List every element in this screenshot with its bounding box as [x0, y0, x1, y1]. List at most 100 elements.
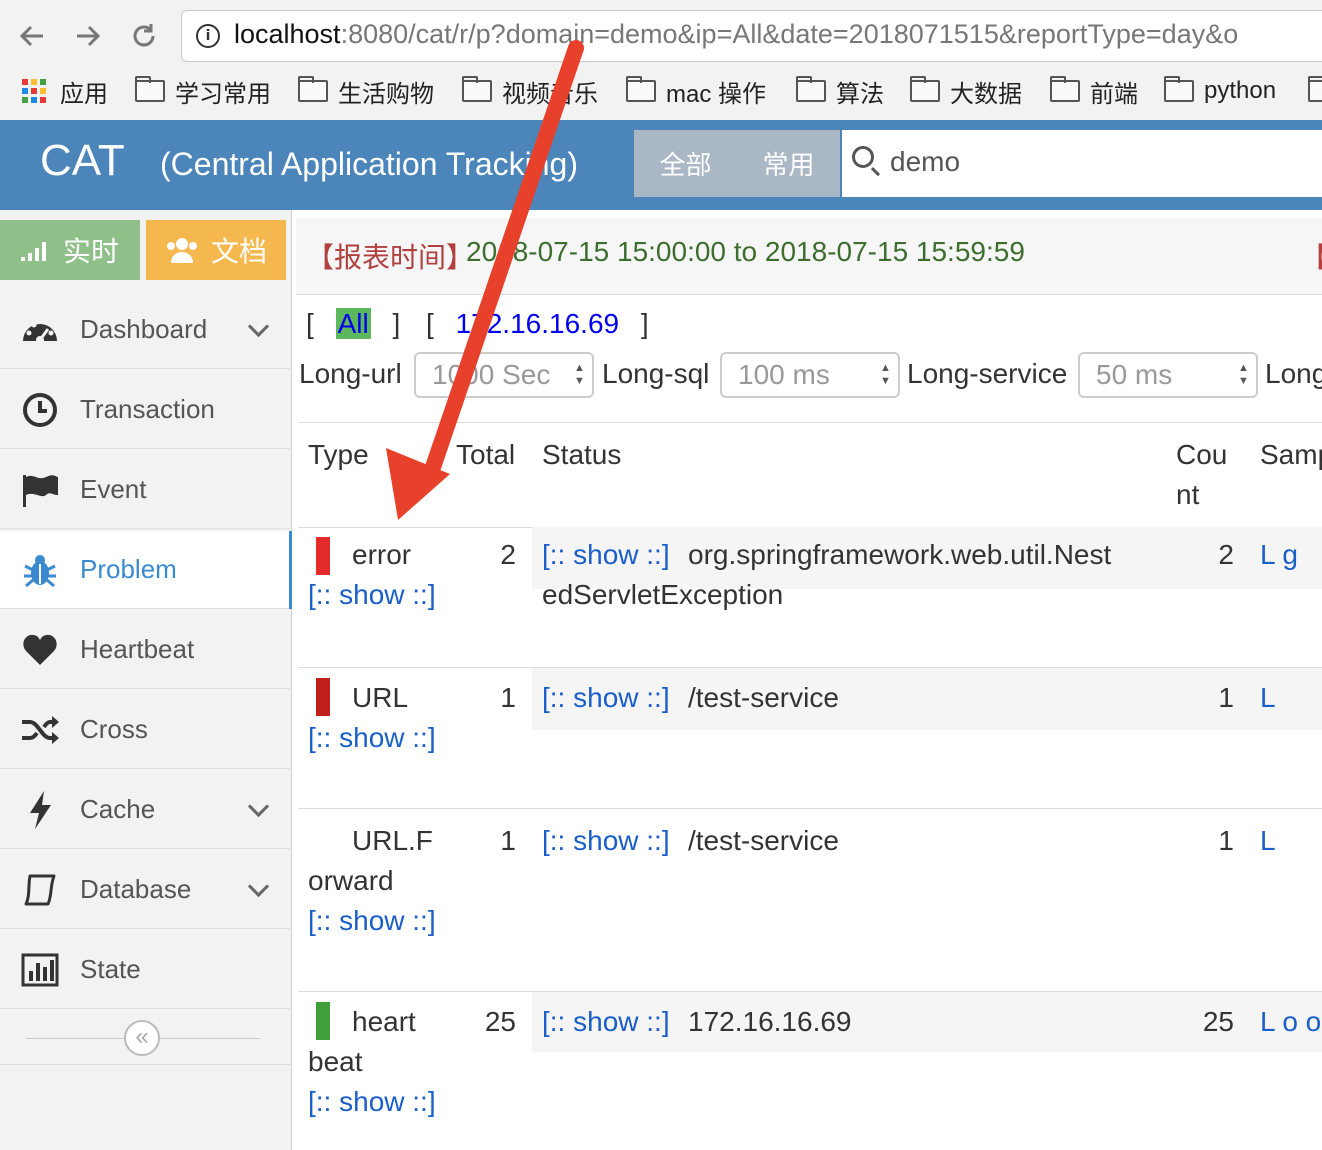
table-row: URL [:: show ::] 1 [:: show ::] /test-se… — [298, 668, 1322, 809]
bookmark-label: 学习常用 — [175, 80, 271, 108]
sample-link[interactable]: L — [1260, 821, 1276, 861]
status-show-link[interactable]: [:: show ::] — [542, 821, 670, 861]
sidebar-item-label: State — [80, 954, 141, 984]
count-value: 1 — [1218, 682, 1234, 713]
long-other-label: Long — [1265, 358, 1322, 389]
bookmark-folder[interactable] — [1308, 74, 1322, 108]
total-value: 1 — [500, 682, 516, 713]
sidebar-item-state[interactable]: State — [0, 931, 290, 1009]
status-show-link[interactable]: [:: show ::] — [542, 1002, 670, 1042]
bookmark-label: 视频音乐 — [502, 80, 598, 108]
sidebar-item-label: Cache — [80, 794, 156, 824]
type-show-link[interactable]: [:: show ::] — [308, 718, 448, 758]
long-sql-label: Long-sql — [602, 358, 710, 389]
sidebar-item-event[interactable]: Event — [0, 451, 290, 529]
type-show-link[interactable]: [:: show ::] — [308, 1082, 448, 1122]
sidebar-item-label: Event — [80, 474, 147, 504]
sidebar-item-transaction[interactable]: Transaction — [0, 371, 290, 449]
search-input[interactable]: demo — [890, 146, 960, 178]
type-show-link[interactable]: [:: show ::] — [308, 575, 448, 615]
col-count-line2: nt — [1176, 479, 1200, 510]
flag-icon — [20, 470, 60, 510]
bookmark-folder[interactable]: python — [1164, 74, 1276, 108]
col-sample[interactable]: Samp — [1260, 435, 1322, 475]
report-extra-label: 【 — [1300, 236, 1322, 276]
sidebar-item-dashboard[interactable]: Dashboard — [0, 291, 290, 369]
chevron-down-icon — [247, 795, 270, 818]
tab-all[interactable]: 全部 — [634, 130, 737, 197]
apps-grid-icon — [22, 79, 46, 103]
bracket: [ — [426, 308, 434, 339]
site-info-icon[interactable]: i — [196, 24, 220, 48]
status-show-link[interactable]: [:: show ::] — [542, 535, 670, 575]
bar-chart-icon — [20, 950, 60, 990]
dashboard-icon — [20, 310, 60, 350]
folder-icon — [910, 76, 940, 102]
status-text: /test-service — [688, 682, 839, 713]
docs-button[interactable]: 文档 — [146, 220, 286, 280]
sidebar-collapse-button[interactable]: « — [124, 1020, 160, 1056]
sample-link[interactable]: L — [1260, 678, 1276, 718]
total-value: 2 — [500, 539, 516, 570]
sidebar-item-label: Cross — [80, 714, 148, 744]
bookmark-label: 算法 — [836, 80, 884, 108]
col-count-line1: Cou — [1176, 439, 1228, 470]
bookmark-folder[interactable]: 生活购物 — [298, 74, 434, 108]
bookmark-folder[interactable]: 学习常用 — [135, 74, 271, 108]
back-icon[interactable] — [12, 14, 52, 58]
signal-icon — [20, 242, 46, 261]
search-icon — [852, 146, 874, 168]
type-show-link[interactable]: [:: show ::] — [308, 901, 448, 941]
sample-link[interactable]: L o o — [1260, 1002, 1321, 1042]
status-color-bar — [316, 678, 330, 716]
tab-common[interactable]: 常用 — [737, 130, 840, 197]
long-service-select[interactable]: 50 ms — [1078, 352, 1258, 398]
bookmark-label: 生活购物 — [338, 80, 434, 108]
app-logo[interactable]: CAT — [40, 136, 125, 186]
count-value: 2 — [1218, 539, 1234, 570]
table-row: URL.F orward [:: show ::] 1 [:: show ::]… — [298, 809, 1322, 992]
forward-icon[interactable] — [68, 14, 108, 58]
bookmark-folder[interactable]: 大数据 — [910, 74, 1022, 108]
bookmark-apps[interactable]: 应用 — [22, 74, 108, 108]
sidebar-item-database[interactable]: Database — [0, 851, 290, 929]
folder-icon — [298, 76, 328, 102]
long-url-select[interactable]: 1000 Sec — [414, 352, 594, 398]
status-color-bar — [316, 537, 330, 575]
sample-link[interactable]: L g — [1260, 535, 1298, 575]
long-sql-select[interactable]: 100 ms — [720, 352, 900, 398]
status-show-link[interactable]: [:: show ::] — [542, 678, 670, 718]
domain-tabs: 全部 常用 — [634, 130, 840, 197]
bracket: [ — [306, 308, 314, 339]
count-value: 1 — [1218, 825, 1234, 856]
reload-icon[interactable] — [124, 14, 164, 58]
type-name: error — [352, 539, 412, 570]
address-bar[interactable]: i localhost:8080/cat/r/p?domain=demo&ip=… — [181, 10, 1322, 62]
col-type[interactable]: Type — [308, 435, 369, 475]
sidebar-item-heartbeat[interactable]: Heartbeat — [0, 611, 290, 689]
bookmark-label: 大数据 — [950, 80, 1022, 108]
realtime-button[interactable]: 实时 — [0, 220, 140, 280]
users-icon — [166, 238, 197, 263]
bookmark-label: 前端 — [1090, 80, 1138, 108]
status-text: 172.16.16.69 — [688, 1006, 852, 1037]
app-subtitle: (Central Application Tracking) — [160, 146, 578, 182]
bookmark-folder[interactable]: mac 操作 — [626, 74, 766, 108]
domain-search[interactable]: demo — [842, 130, 1322, 197]
sidebar-item-cross[interactable]: Cross — [0, 691, 290, 769]
col-status[interactable]: Status — [542, 435, 621, 475]
bookmark-folder[interactable]: 算法 — [796, 74, 884, 108]
bookmark-folder[interactable]: 视频音乐 — [462, 74, 598, 108]
database-icon — [20, 870, 60, 910]
ip-filter: [ All ] [ 172.16.16.69 ] — [306, 308, 649, 340]
ip-all-link[interactable]: All — [335, 308, 371, 339]
ip-address-link[interactable]: 172.16.16.69 — [456, 308, 620, 339]
col-total[interactable]: Total — [456, 435, 515, 475]
realtime-label: 实时 — [62, 236, 119, 267]
total-value: 25 — [484, 1006, 516, 1037]
folder-icon — [1164, 76, 1194, 102]
bookmark-folder[interactable]: 前端 — [1050, 74, 1138, 108]
sidebar-item-cache[interactable]: Cache — [0, 771, 290, 849]
sidebar-item-problem[interactable]: Problem — [0, 531, 292, 609]
col-count[interactable]: Cou nt — [1176, 435, 1227, 515]
